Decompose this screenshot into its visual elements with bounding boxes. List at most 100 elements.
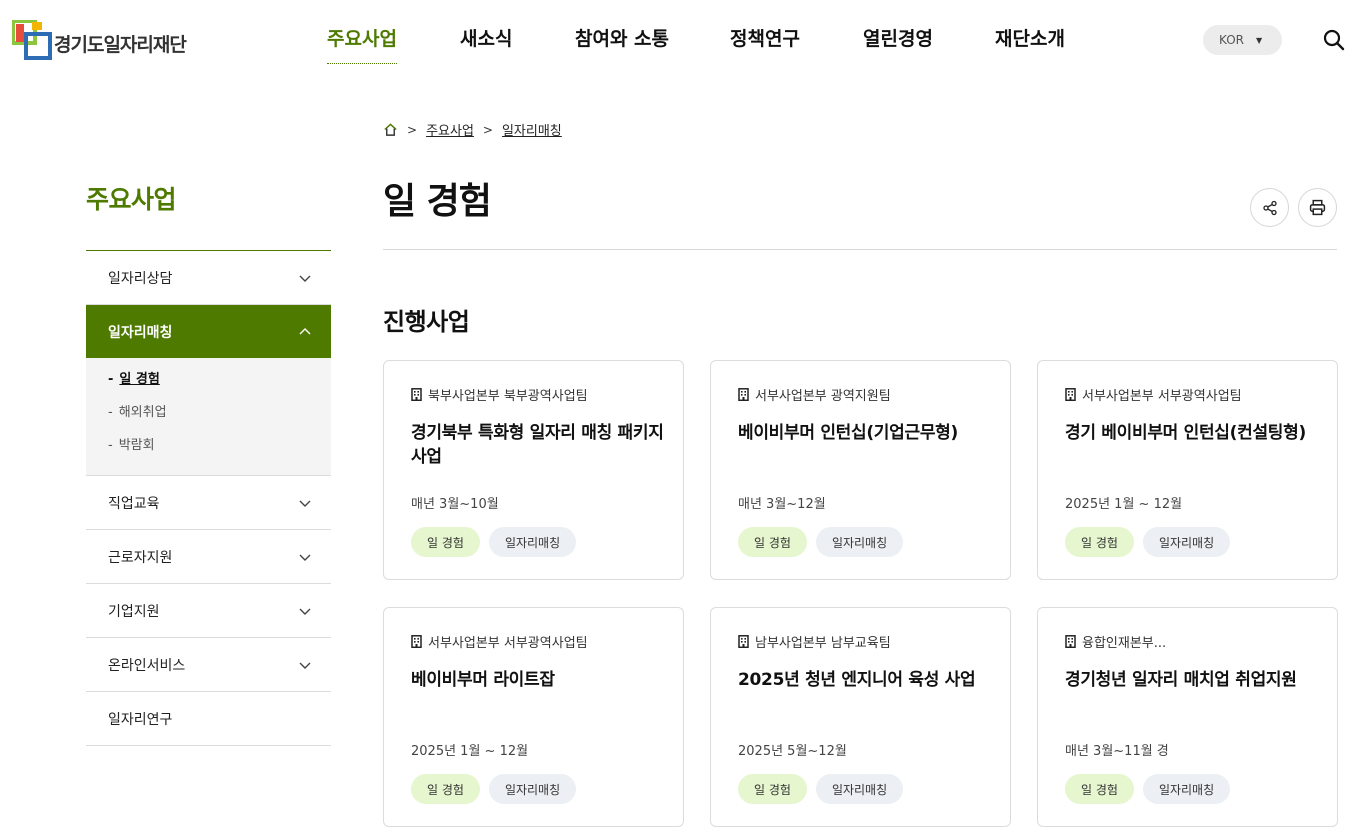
card-department: 융합인재본부... <box>1065 632 1166 651</box>
card-period: 2025년 5월~12월 <box>738 744 847 759</box>
sidebar-item-business-support[interactable]: 기업지원 <box>86 584 331 638</box>
card-department: 서부사업본부 서부광역사업팀 <box>411 632 588 651</box>
tag-work-experience: 일 경험 <box>738 774 807 804</box>
building-icon <box>738 388 749 401</box>
card-department-label: 서부사업본부 서부광역사업팀 <box>1082 389 1242 404</box>
logo-mark-icon <box>12 20 52 60</box>
sidebar-menu: 일자리상담 일자리매칭 -일 경험 - 해외취업 - 박람회 직업교육 근로자지원 … <box>86 250 331 746</box>
program-card[interactable]: 서부사업본부 광역지원팀 베이비부머 인턴십(기업근무형) 매년 3월~12월 … <box>710 360 1011 580</box>
card-tags: 일 경험 일자리매칭 <box>738 774 904 804</box>
submenu-item-label: 해외취업 <box>118 405 167 420</box>
card-period: 2025년 1월 ~ 12월 <box>1065 497 1183 512</box>
breadcrumb-separator-icon: > <box>482 122 493 137</box>
site-header: 경기도일자리재단 주요사업 새소식 참여와 소통 정책연구 열린경영 재단소개 … <box>0 0 1364 80</box>
tag-job-matching: 일자리매칭 <box>1142 527 1231 557</box>
card-title: 경기청년 일자리 매치업 취업지원 <box>1065 670 1297 690</box>
card-title: 베이비부머 라이트잡 <box>411 670 555 690</box>
title-divider <box>383 249 1337 250</box>
breadcrumb-item[interactable]: 주요사업 <box>426 120 474 139</box>
sidebar-item-worker-support[interactable]: 근로자지원 <box>86 530 331 584</box>
site-logo[interactable]: 경기도일자리재단 <box>12 20 187 60</box>
program-card[interactable]: 서부사업본부 서부광역사업팀 베이비부머 라이트잡 2025년 1월 ~ 12월… <box>383 607 684 827</box>
sidebar-item-label: 온라인서비스 <box>108 657 186 674</box>
nav-item-about[interactable]: 재단소개 <box>995 24 1065 51</box>
submenu-item-overseas-employment[interactable]: - 해외취업 <box>108 401 331 434</box>
breadcrumb-item[interactable]: 일자리매칭 <box>502 120 562 139</box>
sidebar-item-vocational-training[interactable]: 직업교육 <box>86 476 331 530</box>
chevron-down-icon <box>299 662 311 669</box>
submenu-item-label: 일 경험 <box>119 372 160 387</box>
sidebar-item-label: 직업교육 <box>108 495 160 512</box>
card-period: 매년 3월~12월 <box>738 497 826 512</box>
nav-item-participation[interactable]: 참여와 소통 <box>575 24 669 51</box>
sidebar-item-job-counseling[interactable]: 일자리상담 <box>86 251 331 305</box>
nav-item-main-business[interactable]: 주요사업 <box>327 24 397 64</box>
sidebar-item-label: 근로자지원 <box>108 549 173 566</box>
card-period: 매년 3월~10월 <box>411 497 499 512</box>
section-title: 진행사업 <box>383 308 470 336</box>
submenu-item-work-experience[interactable]: -일 경험 <box>108 368 331 401</box>
nav-item-open-management[interactable]: 열린경영 <box>863 24 933 51</box>
nav-item-policy-research[interactable]: 정책연구 <box>730 24 800 51</box>
caret-down-icon: ▼ <box>1256 35 1263 45</box>
language-select[interactable]: KOR ▼ <box>1203 25 1282 55</box>
program-card[interactable]: 남부사업본부 남부교육팀 2025년 청년 엔지니어 육성 사업 2025년 5… <box>710 607 1011 827</box>
tag-work-experience: 일 경험 <box>411 527 480 557</box>
building-icon <box>738 635 749 648</box>
sidebar-item-job-research[interactable]: 일자리연구 <box>86 692 331 746</box>
logo-text: 경기도일자리재단 <box>54 33 187 56</box>
card-department-label: 남부사업본부 남부교육팀 <box>755 636 891 651</box>
print-button[interactable] <box>1298 188 1337 227</box>
card-period: 2025년 1월 ~ 12월 <box>411 744 529 759</box>
tag-work-experience: 일 경험 <box>738 527 807 557</box>
card-department-label: 서부사업본부 광역지원팀 <box>755 389 891 404</box>
tag-job-matching: 일자리매칭 <box>815 774 904 804</box>
card-tags: 일 경험 일자리매칭 <box>738 527 904 557</box>
sidebar-item-online-services[interactable]: 온라인서비스 <box>86 638 331 692</box>
tag-work-experience: 일 경험 <box>1065 527 1134 557</box>
nav-item-news[interactable]: 새소식 <box>460 24 512 51</box>
card-tags: 일 경험 일자리매칭 <box>1065 774 1231 804</box>
card-department: 서부사업본부 서부광역사업팀 <box>1065 385 1242 404</box>
share-icon <box>1262 200 1277 215</box>
card-title: 경기북부 특화형 일자리 매칭 패키지 사업 <box>411 423 664 467</box>
sidebar-item-label: 일자리상담 <box>108 270 173 287</box>
print-icon <box>1309 199 1326 216</box>
sidebar-item-label: 일자리연구 <box>108 711 173 728</box>
card-title: 2025년 청년 엔지니어 육성 사업 <box>738 670 976 690</box>
card-title: 경기 베이비부머 인턴십(컨설팅형) <box>1065 423 1306 443</box>
building-icon <box>1065 388 1076 401</box>
search-icon[interactable] <box>1322 28 1346 52</box>
language-label: KOR <box>1219 33 1244 47</box>
card-tags: 일 경험 일자리매칭 <box>411 527 577 557</box>
card-tags: 일 경험 일자리매칭 <box>411 774 577 804</box>
chevron-down-icon <box>299 500 311 507</box>
card-department: 서부사업본부 광역지원팀 <box>738 385 891 404</box>
card-period: 매년 3월~11월 경 <box>1065 744 1169 759</box>
tag-job-matching: 일자리매칭 <box>488 527 577 557</box>
building-icon <box>1065 635 1076 648</box>
tag-job-matching: 일자리매칭 <box>815 527 904 557</box>
share-button[interactable] <box>1250 188 1289 227</box>
submenu-item-label: 박람회 <box>118 438 155 453</box>
sidebar-item-label: 기업지원 <box>108 603 160 620</box>
home-icon[interactable] <box>383 122 398 137</box>
breadcrumb-separator-icon: > <box>407 122 418 137</box>
card-department-label: 융합인재본부... <box>1082 636 1167 651</box>
program-card[interactable]: 서부사업본부 서부광역사업팀 경기 베이비부머 인턴십(컨설팅형) 2025년 … <box>1037 360 1338 580</box>
chevron-up-icon <box>299 327 311 334</box>
card-department-label: 서부사업본부 서부광역사업팀 <box>428 636 588 651</box>
sidebar-submenu: -일 경험 - 해외취업 - 박람회 <box>86 358 331 476</box>
tag-job-matching: 일자리매칭 <box>1142 774 1231 804</box>
card-tags: 일 경험 일자리매칭 <box>1065 527 1231 557</box>
page-title: 일 경험 <box>383 181 492 222</box>
sidebar-item-job-matching[interactable]: 일자리매칭 <box>86 305 331 358</box>
program-card[interactable]: 융합인재본부... 경기청년 일자리 매치업 취업지원 매년 3월~11월 경 … <box>1037 607 1338 827</box>
program-card[interactable]: 북부사업본부 북부광역사업팀 경기북부 특화형 일자리 매칭 패키지 사업 매년… <box>383 360 684 580</box>
card-department: 남부사업본부 남부교육팀 <box>738 632 891 651</box>
submenu-item-job-fair[interactable]: - 박람회 <box>108 434 331 467</box>
card-department: 북부사업본부 북부광역사업팀 <box>411 385 588 404</box>
breadcrumb: > 주요사업 > 일자리매칭 <box>383 120 562 139</box>
sidebar-title: 주요사업 <box>86 185 177 214</box>
chevron-down-icon <box>299 554 311 561</box>
